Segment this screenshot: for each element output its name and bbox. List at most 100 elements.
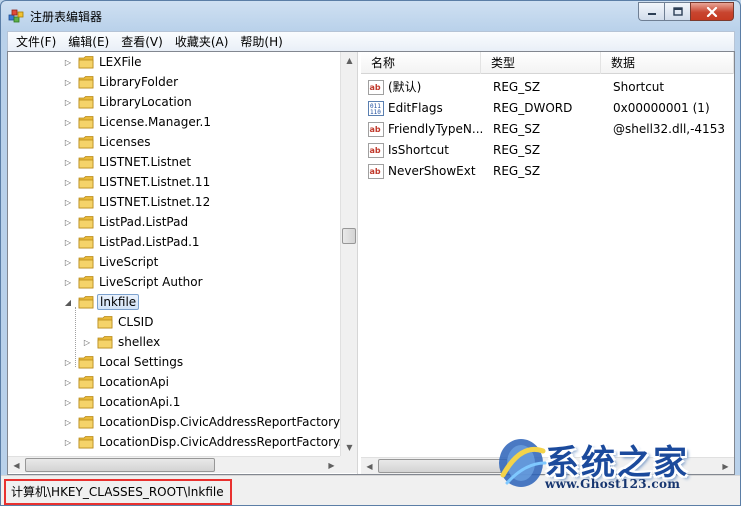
tree-vertical-scrollbar[interactable]: ▲ ▼ xyxy=(340,52,357,456)
watermark-globe-icon xyxy=(499,439,547,487)
tree-node[interactable]: ▷ LocationDisp.CivicAddressReportFactory xyxy=(63,412,340,432)
tree-node-label[interactable]: LocationDisp.CivicAddressReportFactory xyxy=(97,414,340,430)
tree-vertical-scroll-thumb[interactable] xyxy=(342,228,356,244)
value-data: Shortcut xyxy=(613,80,665,94)
tree-node[interactable]: ▷ LiveScript Author xyxy=(63,272,205,292)
expand-arrow-icon[interactable]: ▷ xyxy=(82,332,92,352)
menu-bar: 文件(F) 编辑(E) 查看(V) 收藏夹(A) 帮助(H) xyxy=(7,31,735,51)
close-button[interactable] xyxy=(690,2,734,21)
tree-node-label[interactable]: LiveScript xyxy=(97,254,160,270)
expand-arrow-icon[interactable]: ▷ xyxy=(63,112,73,132)
tree-node-label[interactable]: LISTNET.Listnet xyxy=(97,154,193,170)
expand-arrow-icon[interactable]: ▷ xyxy=(63,272,73,292)
menu-edit[interactable]: 编辑(E) xyxy=(62,33,115,51)
tree-node-label[interactable]: ListPad.ListPad xyxy=(97,214,190,230)
expand-arrow-icon[interactable]: ▷ xyxy=(63,392,73,412)
folder-icon xyxy=(78,116,94,129)
scroll-left-arrow-icon[interactable]: ◀ xyxy=(8,457,25,474)
scroll-up-arrow-icon[interactable]: ▲ xyxy=(341,52,357,69)
expand-arrow-icon[interactable]: ▷ xyxy=(63,252,73,272)
scroll-right-arrow-icon[interactable]: ▶ xyxy=(323,457,340,474)
tree-node[interactable]: ▷ LocationApi xyxy=(63,372,171,392)
tree-node[interactable]: ▷ Licenses xyxy=(63,132,153,152)
expand-arrow-icon[interactable]: ▷ xyxy=(63,212,73,232)
expand-arrow-icon[interactable]: ▷ xyxy=(63,92,73,112)
caption-buttons xyxy=(638,2,734,21)
value-type: REG_SZ xyxy=(493,164,541,178)
tree-node[interactable]: ▷ ListPad.ListPad.1 xyxy=(63,232,202,252)
tree-node[interactable]: ▷ LibraryLocation xyxy=(63,92,194,112)
tree-node[interactable]: ▷ Local Settings xyxy=(63,352,185,372)
tree-node[interactable]: ▷ LEXFile xyxy=(63,52,144,72)
list-item[interactable]: ab IsShortcut REG_SZ xyxy=(361,140,734,161)
tree-node-label[interactable]: lnkfile xyxy=(97,294,140,310)
tree-node-label[interactable]: CLSID xyxy=(116,314,155,330)
tree-node-label[interactable]: LibraryFolder xyxy=(97,74,180,90)
tree-node-label[interactable]: LISTNET.Listnet.12 xyxy=(97,194,212,210)
expand-arrow-icon[interactable]: ▷ xyxy=(63,152,73,172)
minimize-button[interactable] xyxy=(638,2,664,21)
title-bar[interactable]: 注册表编辑器 xyxy=(1,1,740,31)
value-type: REG_SZ xyxy=(493,122,541,136)
list-item[interactable]: 011 110 EditFlags REG_DWORD 0x00000001 (1) xyxy=(361,98,734,119)
menu-file[interactable]: 文件(F) xyxy=(10,33,62,51)
value-name: NeverShowExt xyxy=(388,164,476,178)
tree-node[interactable]: ◢ lnkfile xyxy=(63,292,140,312)
value-data: 0x00000001 (1) xyxy=(613,101,710,115)
scroll-down-arrow-icon[interactable]: ▼ xyxy=(341,439,357,456)
expand-arrow-icon[interactable]: ▷ xyxy=(63,192,73,212)
tree-node-label[interactable]: Licenses xyxy=(97,134,153,150)
list-horizontal-scroll-thumb[interactable] xyxy=(378,459,508,473)
menu-view[interactable]: 查看(V) xyxy=(115,33,169,51)
tree-node[interactable]: ▷ ListPad.ListPad xyxy=(63,212,190,232)
tree-node-label[interactable]: LocationApi.1 xyxy=(97,394,182,410)
column-header-name[interactable]: 名称 xyxy=(361,52,481,74)
column-header-type[interactable]: 类型 xyxy=(481,52,601,74)
tree-node-label[interactable]: Local Settings xyxy=(97,354,185,370)
tree-node-label[interactable]: LEXFile xyxy=(97,54,144,70)
tree-node-label[interactable]: LocationApi xyxy=(97,374,171,390)
tree-node[interactable]: ▷ LibraryFolder xyxy=(63,72,180,92)
expand-arrow-icon[interactable]: ▷ xyxy=(63,432,73,452)
tree-node[interactable]: ▷ LocationDisp.CivicAddressReportFactory.… xyxy=(63,432,340,452)
tree-horizontal-scrollbar[interactable]: ◀ ▶ xyxy=(8,456,340,473)
value-type: REG_SZ xyxy=(493,80,541,94)
list-item[interactable]: ab (默认) REG_SZ Shortcut xyxy=(361,77,734,98)
tree-node-label[interactable]: LibraryLocation xyxy=(97,94,194,110)
expand-arrow-icon[interactable]: ▷ xyxy=(63,132,73,152)
maximize-button[interactable] xyxy=(664,2,690,21)
binary-value-icon: 011110 xyxy=(368,101,384,116)
tree-node-label[interactable]: LocationDisp.CivicAddressReportFactory.1 xyxy=(97,434,340,450)
folder-icon xyxy=(78,356,94,369)
tree-node-label[interactable]: License.Manager.1 xyxy=(97,114,213,130)
tree-horizontal-scroll-thumb[interactable] xyxy=(25,458,215,472)
tree-node[interactable]: ▷ LiveScript xyxy=(63,252,160,272)
list-item[interactable]: ab FriendlyTypeN... REG_SZ @shell32.dll,-41… xyxy=(361,119,734,140)
tree-node[interactable]: ▷ LISTNET.Listnet.12 xyxy=(63,192,212,212)
menu-favorites[interactable]: 收藏夹(A) xyxy=(169,33,235,51)
tree-node[interactable]: ▷ LISTNET.Listnet.11 xyxy=(63,172,212,192)
tree-node[interactable]: CLSID xyxy=(82,312,155,332)
expand-arrow-icon[interactable]: ▷ xyxy=(63,412,73,432)
tree-node[interactable]: ▷ LocationApi.1 xyxy=(63,392,182,412)
registry-editor-window: 注册表编辑器 文件(F) 编辑(E) 查看(V) 收藏夹(A) 帮助(H) ▷ L… xyxy=(0,0,741,506)
scroll-left-arrow-icon[interactable]: ◀ xyxy=(361,458,378,474)
expand-arrow-icon[interactable]: ▷ xyxy=(63,232,73,252)
expand-arrow-icon[interactable]: ▷ xyxy=(63,372,73,392)
tree-node[interactable]: ▷ LISTNET.Listnet xyxy=(63,152,193,172)
list-item[interactable]: ab NeverShowExt REG_SZ xyxy=(361,161,734,182)
tree-node[interactable]: ▷ shellex xyxy=(82,332,162,352)
expand-arrow-icon[interactable]: ▷ xyxy=(63,172,73,192)
tree-node-label[interactable]: shellex xyxy=(116,334,162,350)
tree-node-label[interactable]: LiveScript Author xyxy=(97,274,205,290)
menu-help[interactable]: 帮助(H) xyxy=(234,33,288,51)
tree-node[interactable]: ▷ License.Manager.1 xyxy=(63,112,213,132)
expand-arrow-icon[interactable]: ▷ xyxy=(63,52,73,72)
tree-node-label[interactable]: ListPad.ListPad.1 xyxy=(97,234,202,250)
collapse-arrow-icon[interactable]: ◢ xyxy=(63,292,73,312)
client-area: ▷ LEXFile ▷ LibraryFolder ▷ LibraryLocation ▷ L… xyxy=(7,51,735,475)
expand-arrow-icon[interactable]: ▷ xyxy=(63,72,73,92)
column-header-data[interactable]: 数据 xyxy=(601,52,734,74)
expand-arrow-icon[interactable]: ▷ xyxy=(63,352,73,372)
tree-node-label[interactable]: LISTNET.Listnet.11 xyxy=(97,174,212,190)
